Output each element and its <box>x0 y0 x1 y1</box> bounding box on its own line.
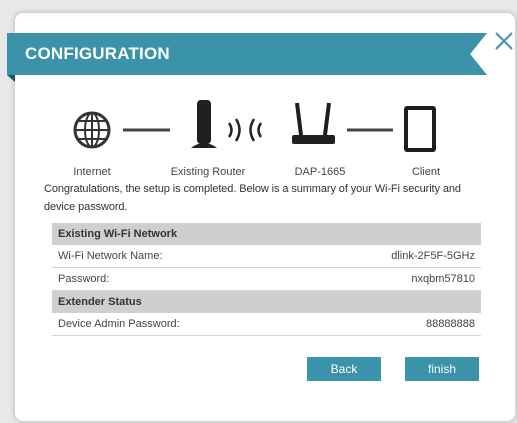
back-button[interactable]: Back <box>307 357 381 381</box>
dialog-title: CONFIGURATION <box>25 44 170 63</box>
summary-table: Existing Wi-Fi Network Wi-Fi Network Nam… <box>52 223 481 336</box>
row-value: 88888888 <box>426 318 475 330</box>
section-header-existing-network: Existing Wi-Fi Network <box>52 223 481 245</box>
title-banner: CONFIGURATION <box>7 33 487 75</box>
tablet-icon <box>404 106 436 152</box>
device-label-internet: Internet <box>73 166 111 178</box>
globe-icon <box>73 111 111 149</box>
wifi-waves-icon <box>227 118 263 142</box>
device-label-dap-1665: DAP-1665 <box>294 166 346 178</box>
row-label: Device Admin Password: <box>58 318 180 330</box>
summary-text: Congratulations, the setup is completed.… <box>44 183 461 213</box>
section-header-extender-status: Extender Status <box>52 291 481 313</box>
banner-fold <box>7 75 15 82</box>
device-label-client: Client <box>411 166 441 178</box>
access-point-icon <box>292 102 335 144</box>
router-icon <box>191 100 217 148</box>
device-label-existing-router: Existing Router <box>170 166 246 178</box>
row-value: dlink-2F5F-5GHz <box>391 250 475 262</box>
row-label: Password: <box>58 273 110 285</box>
table-row: Password: nxqbm57810 <box>52 268 481 291</box>
table-row: Device Admin Password: 88888888 <box>52 313 481 336</box>
close-icon[interactable] <box>493 30 515 52</box>
table-row: Wi-Fi Network Name: dlink-2F5F-5GHz <box>52 245 481 268</box>
row-label: Wi-Fi Network Name: <box>58 250 163 262</box>
network-topology: Internet Existing Router DAP-1665 Client <box>15 83 515 193</box>
row-value: nxqbm57810 <box>411 273 475 285</box>
finish-button[interactable]: finish <box>405 357 479 381</box>
